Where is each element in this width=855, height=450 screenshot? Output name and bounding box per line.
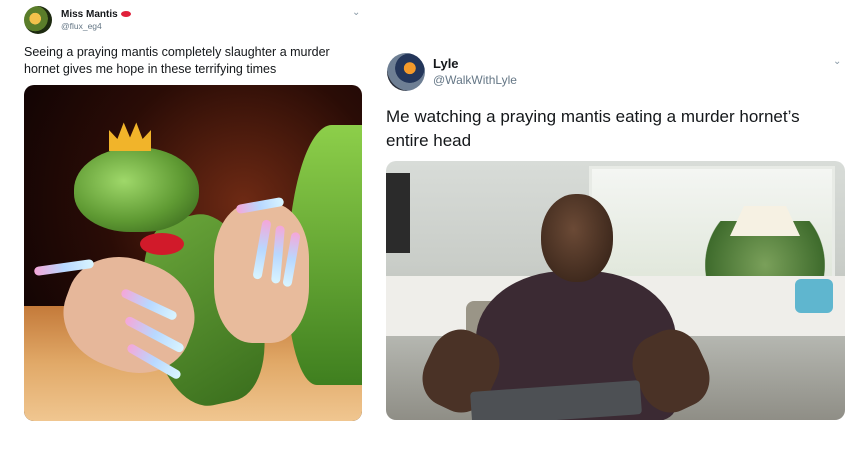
mantis-head: [74, 147, 199, 232]
wall-frame: [386, 173, 410, 253]
display-name[interactable]: Miss Mantis: [61, 9, 118, 20]
crown-icon: [109, 122, 151, 151]
avatar[interactable]: [24, 6, 52, 34]
chevron-down-icon[interactable]: ⌄: [833, 56, 841, 67]
handle[interactable]: @WalkWithLyle: [433, 73, 517, 87]
person-head: [541, 194, 613, 282]
chevron-down-icon[interactable]: ⌄: [352, 7, 360, 18]
tweet-text: Seeing a praying mantis completely slaug…: [24, 45, 330, 76]
tweet-media[interactable]: [386, 161, 845, 420]
avatar[interactable]: [387, 53, 425, 91]
lips-icon: [140, 233, 184, 255]
tweet-text: Me watching a praying mantis eating a mu…: [386, 107, 800, 150]
pillow: [795, 279, 833, 313]
display-name[interactable]: Lyle: [433, 56, 459, 71]
handle[interactable]: @flux_eg4: [61, 21, 102, 31]
tweet-miss-mantis: Miss Mantis @flux_eg4 ⌄ Seeing a praying…: [0, 0, 375, 450]
tweet-media[interactable]: [24, 85, 362, 421]
display-name-row[interactable]: Miss Mantis: [61, 9, 131, 20]
tweet-lyle: Lyle @WalkWithLyle ⌄ Me watching a prayi…: [375, 0, 855, 450]
lips-icon: [120, 11, 131, 18]
